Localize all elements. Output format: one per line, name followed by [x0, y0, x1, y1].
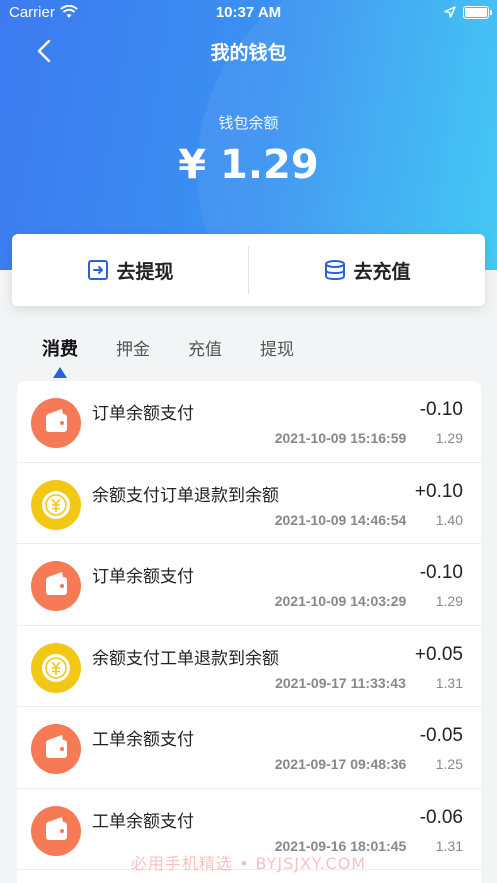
transaction-amount: -0.10	[419, 399, 463, 420]
transaction-time: 2021-10-09 14:03:29	[274, 593, 407, 609]
transaction-title: 工单余额支付	[92, 730, 194, 750]
wallet-icon	[31, 561, 81, 611]
balance-label: 钱包余额	[218, 114, 279, 132]
transaction-time: 2021-10-09 14:46:54	[274, 511, 407, 528]
transaction-time: 2021-09-17 09:48:36	[274, 756, 407, 772]
page-title: 我的钱包	[210, 42, 287, 64]
withdraw-icon	[88, 260, 109, 280]
tab-deposit[interactable]: 押金	[116, 335, 150, 381]
coin-icon	[31, 479, 81, 530]
transaction-title: 余额支付订单退款到余额	[92, 485, 279, 506]
clock: 10:37 AM	[215, 4, 282, 21]
list-item[interactable]: 订单余额支付 2021-10-09 15:16:59 -0.10 1.29	[17, 381, 481, 463]
transaction-title: 工单余额支付	[92, 811, 194, 832]
transaction-time: 2021-09-17 11:33:43	[275, 674, 406, 691]
transaction-time: 2021-10-09 15:16:59	[274, 430, 407, 446]
tab-withdraw[interactable]: 提现	[260, 335, 294, 381]
coins-stack-icon	[325, 260, 346, 281]
tab-active-indicator	[53, 367, 67, 378]
tab-label: 提现	[260, 340, 294, 360]
action-card: 去提现 去充值	[12, 234, 485, 306]
transaction-balance: 1.25	[435, 756, 463, 772]
transaction-amount: -0.10	[419, 562, 463, 583]
list-item[interactable]: 订单余额支付 2021-10-09 14:03:29 -0.10 1.29	[17, 544, 481, 626]
transaction-title: 订单余额支付	[92, 567, 194, 587]
transaction-balance: 1.31	[435, 674, 463, 691]
watermark: 必用手机精选 • BYJSJXY.COM	[130, 854, 367, 873]
tab-recharge[interactable]: 充值	[188, 335, 222, 381]
withdraw-button[interactable]: 去提现	[12, 234, 248, 306]
tab-consumption[interactable]: 消费	[42, 335, 78, 381]
transaction-list: 订单余额支付 2021-10-09 15:16:59 -0.10 1.29 余额…	[17, 381, 481, 883]
withdraw-label: 去提现	[116, 260, 174, 283]
tab-label: 押金	[116, 340, 150, 360]
recharge-button[interactable]: 去充值	[249, 234, 485, 306]
wallet-icon	[31, 805, 81, 856]
transaction-balance: 1.29	[435, 593, 463, 609]
battery-icon	[463, 6, 492, 19]
transaction-title: 余额支付工单退款到余额	[92, 648, 279, 669]
tab-label: 消费	[42, 339, 78, 360]
wallet-icon	[31, 398, 81, 448]
recharge-label: 去充值	[353, 260, 411, 283]
status-bar: Carrier 10:37 AM	[0, 0, 497, 26]
wallet-icon	[31, 724, 81, 774]
location-arrow-icon	[444, 6, 456, 18]
tab-label: 充值	[188, 340, 222, 360]
list-item[interactable]: 工单余额支付 2021-09-17 09:48:36 -0.05 1.25	[17, 707, 481, 789]
transaction-title: 订单余额支付	[92, 404, 194, 424]
coin-icon	[31, 642, 81, 693]
tab-bar: 消费 押金 充值 提现	[42, 335, 332, 381]
transaction-balance: 1.29	[435, 430, 463, 446]
transaction-amount: +0.05	[414, 643, 463, 665]
list-item[interactable]: 余额支付工单退款到余额 2021-09-17 11:33:43 +0.05 1.…	[17, 626, 481, 707]
transaction-balance: 1.40	[435, 511, 463, 528]
transaction-amount: +0.10	[414, 480, 463, 502]
transaction-amount: -0.05	[419, 725, 463, 746]
list-item[interactable]: 余额支付订单退款到余额 2021-10-09 14:46:54 +0.10 1.…	[17, 463, 481, 544]
transaction-amount: -0.06	[419, 806, 463, 828]
balance-amount: ¥ 1.29	[178, 142, 319, 188]
